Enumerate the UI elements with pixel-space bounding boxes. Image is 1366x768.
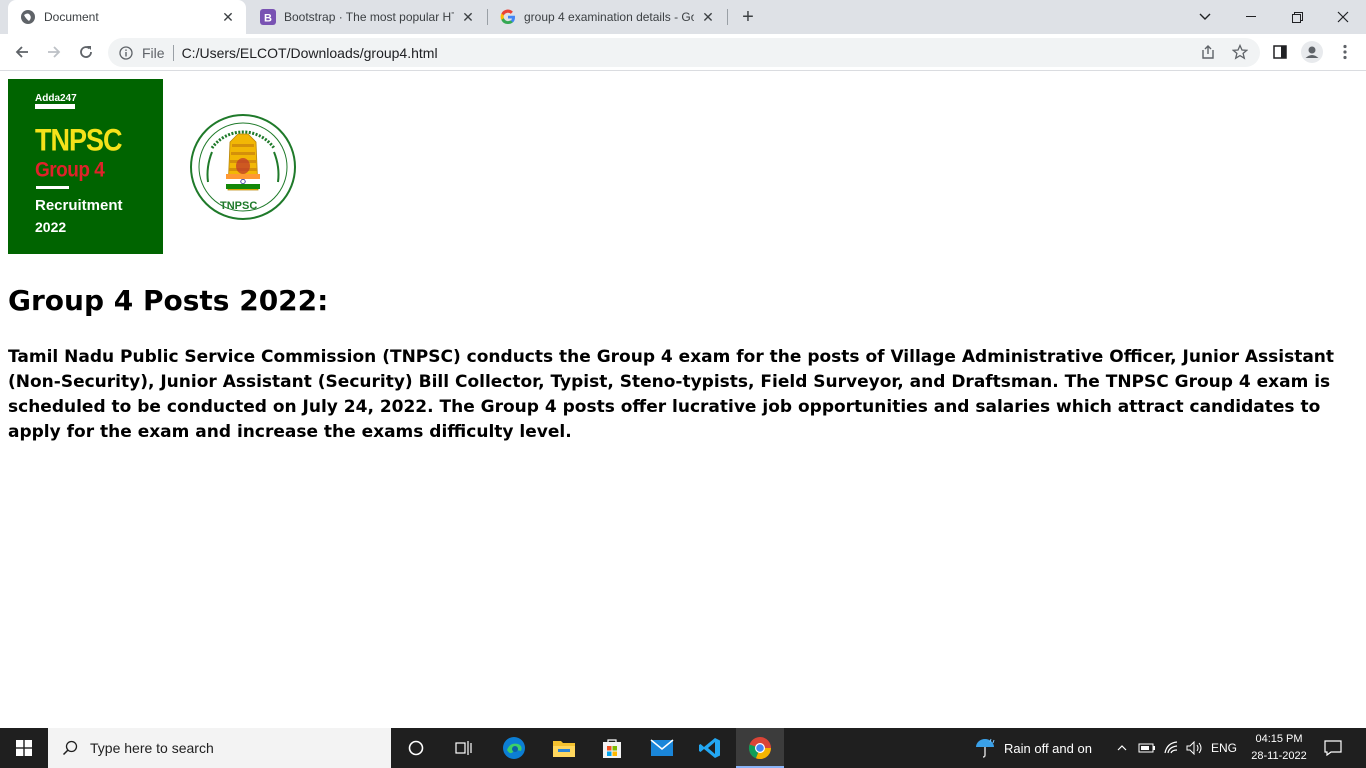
new-tab-button[interactable]: + xyxy=(736,5,760,29)
tab-document[interactable]: Document ✕ xyxy=(8,0,246,34)
close-tab-icon[interactable]: ✕ xyxy=(700,9,716,25)
weather-rain-icon[interactable] xyxy=(970,728,1000,768)
page-paragraph: Tamil Nadu Public Service Commission (TN… xyxy=(8,347,1335,442)
tab-bootstrap[interactable]: B Bootstrap · The most popular HTML ✕ xyxy=(248,0,486,34)
weather-text[interactable]: Rain off and on xyxy=(1004,728,1104,768)
action-center-icon[interactable] xyxy=(1318,728,1348,768)
google-icon xyxy=(500,9,516,25)
web-page: Adda247 TNPSC Group 4 Recruitment 2022 T… xyxy=(0,71,1366,728)
close-tab-icon[interactable]: ✕ xyxy=(460,9,476,25)
battery-icon[interactable] xyxy=(1136,728,1158,768)
banner-line4: 2022 xyxy=(35,219,67,235)
minimize-button[interactable] xyxy=(1228,0,1274,34)
volume-icon[interactable] xyxy=(1184,728,1206,768)
taskbar-search-box[interactable]: Type here to search xyxy=(48,728,391,768)
tnpsc-seal-logo: TNPSC xyxy=(188,112,298,222)
clock-date: 28-11-2022 xyxy=(1251,750,1307,762)
wifi-icon[interactable] xyxy=(1160,728,1182,768)
show-hidden-icons-chevron[interactable] xyxy=(1114,728,1130,768)
profile-avatar-icon[interactable] xyxy=(1298,38,1326,66)
close-window-button[interactable] xyxy=(1320,0,1366,34)
tab-search-dropdown-icon[interactable] xyxy=(1182,0,1228,34)
tab-strip: Document ✕ B Bootstrap · The most popula… xyxy=(0,0,1366,34)
back-button[interactable] xyxy=(8,38,36,66)
tab-google-search[interactable]: group 4 examination details - Go ✕ xyxy=(488,0,726,34)
clock-time: 04:15 PM xyxy=(1255,733,1303,745)
reload-button[interactable] xyxy=(72,38,100,66)
tab-title: Bootstrap · The most popular HTML xyxy=(284,10,454,24)
svg-text:B: B xyxy=(264,13,272,25)
restore-button[interactable] xyxy=(1274,0,1320,34)
close-tab-icon[interactable]: ✕ xyxy=(220,9,236,25)
banner-line3: Recruitment xyxy=(35,197,123,214)
banner-line1: TNPSC xyxy=(35,123,123,158)
browser-toolbar: File C:/Users/ELCOT/Downloads/group4.htm… xyxy=(0,34,1366,71)
task-view-icon[interactable] xyxy=(440,728,488,768)
menu-kebab-icon[interactable] xyxy=(1331,38,1359,66)
globe-icon xyxy=(20,9,36,25)
file-explorer-icon[interactable] xyxy=(540,728,588,768)
banner-brand: Adda247 xyxy=(35,93,77,104)
start-button[interactable] xyxy=(0,728,48,768)
banner-divider xyxy=(36,186,69,189)
mail-icon[interactable] xyxy=(638,728,686,768)
forward-button[interactable] xyxy=(40,38,68,66)
tnpsc-group4-banner-image: Adda247 TNPSC Group 4 Recruitment 2022 xyxy=(8,79,163,254)
edge-browser-icon[interactable] xyxy=(490,728,538,768)
banner-line2: Group 4 xyxy=(35,159,105,183)
cortana-icon[interactable] xyxy=(392,728,440,768)
bootstrap-icon: B xyxy=(260,9,276,25)
vscode-icon[interactable] xyxy=(686,728,734,768)
search-icon xyxy=(62,740,78,756)
bookmark-star-icon[interactable] xyxy=(1226,38,1254,66)
windows-taskbar: Type here to search Rain off and on ENG xyxy=(0,728,1366,768)
page-heading: Group 4 Posts 2022: xyxy=(8,284,329,317)
scheme-label: File xyxy=(142,44,165,61)
info-icon[interactable] xyxy=(118,45,134,61)
microsoft-store-icon[interactable] xyxy=(588,728,636,768)
tab-title: group 4 examination details - Go xyxy=(524,10,694,24)
side-panel-icon[interactable] xyxy=(1266,38,1294,66)
chrome-icon[interactable] xyxy=(736,728,784,768)
seal-label: TNPSC xyxy=(220,200,258,212)
share-icon[interactable] xyxy=(1194,38,1222,66)
search-placeholder: Type here to search xyxy=(90,740,214,756)
language-indicator[interactable]: ENG xyxy=(1208,728,1240,768)
address-divider xyxy=(172,44,174,61)
tab-title: Document xyxy=(44,10,99,24)
banner-brand-underline xyxy=(35,104,75,109)
tab-separator xyxy=(727,9,728,25)
url-text[interactable]: C:/Users/ELCOT/Downloads/group4.html xyxy=(182,45,438,61)
address-bar[interactable]: File C:/Users/ELCOT/Downloads/group4.htm… xyxy=(108,38,1260,67)
system-clock[interactable]: 04:15 PM 28-11-2022 xyxy=(1242,728,1316,768)
